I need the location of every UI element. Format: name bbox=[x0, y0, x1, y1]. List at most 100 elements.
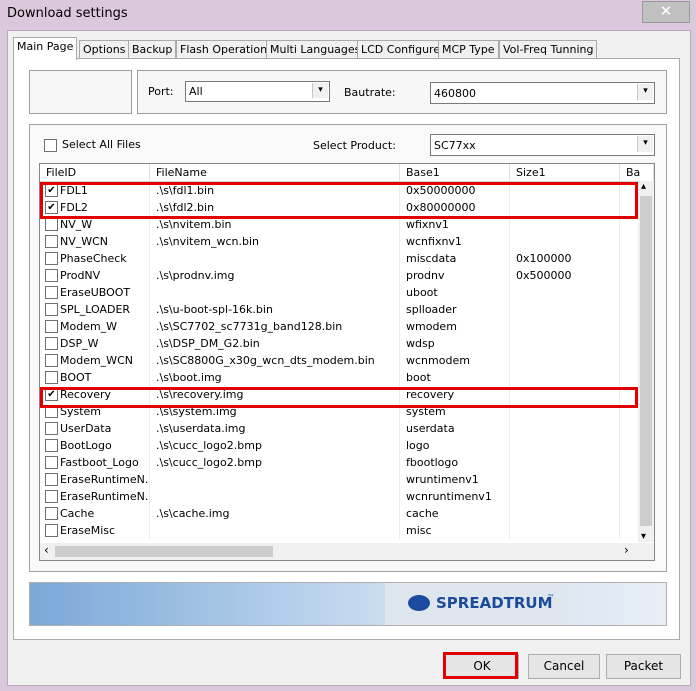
cell-fileid: PhaseCheck bbox=[60, 250, 150, 267]
cell-base1: wmodem bbox=[406, 318, 510, 335]
cell-filename: .\s\nvitem_wcn.bin bbox=[156, 233, 400, 250]
tab-multi-languages[interactable]: Multi Languages bbox=[266, 40, 365, 59]
tab-backup[interactable]: Backup bbox=[128, 40, 177, 59]
cell-fileid: EraseUBOOT bbox=[60, 284, 150, 301]
table-row[interactable]: Cache .\s\cache.img cache bbox=[40, 505, 640, 522]
cell-filename: .\s\prodnv.img bbox=[156, 267, 400, 284]
cell-base1: fbootlogo bbox=[406, 454, 510, 471]
row-checkbox[interactable] bbox=[45, 524, 58, 537]
row-checkbox[interactable] bbox=[45, 439, 58, 452]
packet-button[interactable]: Packet bbox=[606, 654, 681, 679]
horizontal-scroll-thumb[interactable] bbox=[55, 546, 273, 557]
row-checkbox[interactable] bbox=[45, 320, 58, 333]
spreadtrum-banner: SPREADTRUM ™ bbox=[29, 582, 667, 626]
baudrate-select[interactable]: 460800 ▾ bbox=[430, 82, 655, 104]
table-row[interactable]: BOOT .\s\boot.img boot bbox=[40, 369, 640, 386]
cell-size1 bbox=[516, 335, 620, 352]
cell-filename: .\s\boot.img bbox=[156, 369, 400, 386]
vertical-scrollbar[interactable]: ▴ ▾ bbox=[638, 181, 654, 542]
tab-main-page[interactable]: Main Page bbox=[13, 37, 78, 60]
file-list[interactable]: FileID FileName Base1 Size1 Ba ✔ FDL1 .\s\… bbox=[39, 163, 655, 561]
tab-options[interactable]: Options bbox=[79, 40, 130, 59]
table-row[interactable]: ProdNV .\s\prodnv.img prodnv 0x500000 bbox=[40, 267, 640, 284]
vertical-scroll-thumb[interactable] bbox=[640, 196, 652, 526]
scroll-left-icon[interactable]: ‹ bbox=[44, 543, 49, 557]
row-checkbox[interactable] bbox=[45, 490, 58, 503]
cell-filename: .\s\SC7702_sc7731g_band128.bin bbox=[156, 318, 400, 335]
horizontal-scrollbar[interactable]: ‹ › bbox=[40, 543, 654, 560]
row-checkbox[interactable] bbox=[45, 286, 58, 299]
cell-size1: 0x100000 bbox=[516, 250, 620, 267]
row-checkbox[interactable] bbox=[45, 235, 58, 248]
select-all-checkbox[interactable] bbox=[44, 139, 57, 152]
cell-fileid: Modem_WCN bbox=[60, 352, 150, 369]
product-value: SC77xx bbox=[434, 139, 476, 152]
table-row[interactable]: Fastboot_Logo .\s\cucc_logo2.bmp fbootlogo bbox=[40, 454, 640, 471]
row-checkbox[interactable] bbox=[45, 303, 58, 316]
chevron-down-icon: ▾ bbox=[637, 84, 653, 100]
scroll-up-icon[interactable]: ▴ bbox=[641, 181, 646, 192]
column-header-filename[interactable]: FileName bbox=[150, 164, 400, 181]
row-checkbox[interactable] bbox=[45, 252, 58, 265]
tab-flash-operations[interactable]: Flash Operations bbox=[176, 40, 277, 59]
cell-base1: wdsp bbox=[406, 335, 510, 352]
cell-fileid: EraseRuntimeN... bbox=[60, 471, 150, 488]
row-checkbox[interactable] bbox=[45, 473, 58, 486]
cell-fileid: DSP_W bbox=[60, 335, 150, 352]
cancel-button[interactable]: Cancel bbox=[528, 654, 600, 679]
row-checkbox[interactable] bbox=[45, 507, 58, 520]
table-row[interactable]: EraseUBOOT uboot bbox=[40, 284, 640, 301]
tab-vol-freq-tunning[interactable]: Vol-Freq Tunning bbox=[499, 40, 598, 59]
cell-base1: wruntimenv1 bbox=[406, 471, 510, 488]
table-row[interactable]: UserData .\s\userdata.img userdata bbox=[40, 420, 640, 437]
cell-base1: misc bbox=[406, 522, 510, 539]
spreadtrum-logo-icon bbox=[408, 595, 430, 611]
column-header-base1[interactable]: Base1 bbox=[400, 164, 510, 181]
cell-fileid: SPL_LOADER bbox=[60, 301, 150, 318]
select-all-label: Select All Files bbox=[62, 138, 141, 151]
cell-filename: .\s\cucc_logo2.bmp bbox=[156, 454, 400, 471]
table-row[interactable]: SPL_LOADER .\s\u-boot-spl-16k.bin splloade… bbox=[40, 301, 640, 318]
port-select[interactable]: All ▾ bbox=[185, 81, 330, 102]
cell-filename bbox=[156, 488, 400, 505]
cell-size1 bbox=[516, 488, 620, 505]
close-button[interactable]: ✕ bbox=[642, 1, 690, 23]
column-header-size1[interactable]: Size1 bbox=[510, 164, 620, 181]
product-select[interactable]: SC77xx ▾ bbox=[430, 134, 655, 156]
row-checkbox[interactable] bbox=[45, 218, 58, 231]
table-row[interactable]: BootLogo .\s\cucc_logo2.bmp logo bbox=[40, 437, 640, 454]
row-checkbox[interactable] bbox=[45, 269, 58, 282]
table-row[interactable]: DSP_W .\s\DSP_DM_G2.bin wdsp bbox=[40, 335, 640, 352]
cell-base1: cache bbox=[406, 505, 510, 522]
baudrate-label: Bautrate: bbox=[344, 86, 396, 99]
table-row[interactable]: EraseMisc misc bbox=[40, 522, 640, 539]
table-row[interactable]: EraseRuntimeN... wruntimenv1 bbox=[40, 471, 640, 488]
column-header-base2[interactable]: Ba bbox=[620, 164, 654, 181]
scroll-down-icon[interactable]: ▾ bbox=[641, 531, 646, 542]
row-checkbox[interactable] bbox=[45, 371, 58, 384]
row-checkbox[interactable] bbox=[45, 456, 58, 469]
spreadtrum-logo-text: SPREADTRUM bbox=[436, 594, 553, 612]
trademark-mark: ™ bbox=[547, 593, 555, 602]
row-checkbox[interactable] bbox=[45, 337, 58, 350]
scroll-right-icon[interactable]: › bbox=[624, 543, 629, 557]
column-header-fileid[interactable]: FileID bbox=[40, 164, 150, 181]
cell-filename bbox=[156, 471, 400, 488]
port-value: All bbox=[189, 85, 203, 98]
table-row[interactable]: NV_WCN .\s\nvitem_wcn.bin wcnfixnv1 bbox=[40, 233, 640, 250]
row-checkbox[interactable] bbox=[45, 422, 58, 435]
table-row[interactable]: EraseRuntimeN... wcnruntimenv1 bbox=[40, 488, 640, 505]
cell-size1 bbox=[516, 352, 620, 369]
table-row[interactable]: PhaseCheck miscdata 0x100000 bbox=[40, 250, 640, 267]
row-checkbox[interactable] bbox=[45, 354, 58, 367]
tab-mcp-type[interactable]: MCP Type bbox=[438, 40, 499, 59]
table-row[interactable]: Modem_W .\s\SC7702_sc7731g_band128.bin wmo… bbox=[40, 318, 640, 335]
table-row[interactable]: Modem_WCN .\s\SC8800G_x30g_wcn_dts_modem.… bbox=[40, 352, 640, 369]
cell-size1 bbox=[516, 420, 620, 437]
tab-lcd-configure[interactable]: LCD Configure bbox=[357, 40, 445, 59]
cell-base1: prodnv bbox=[406, 267, 510, 284]
title-bar: Download settings ✕ bbox=[0, 0, 696, 30]
cell-fileid: EraseRuntimeN... bbox=[60, 488, 150, 505]
cell-fileid: UserData bbox=[60, 420, 150, 437]
cell-base1: uboot bbox=[406, 284, 510, 301]
